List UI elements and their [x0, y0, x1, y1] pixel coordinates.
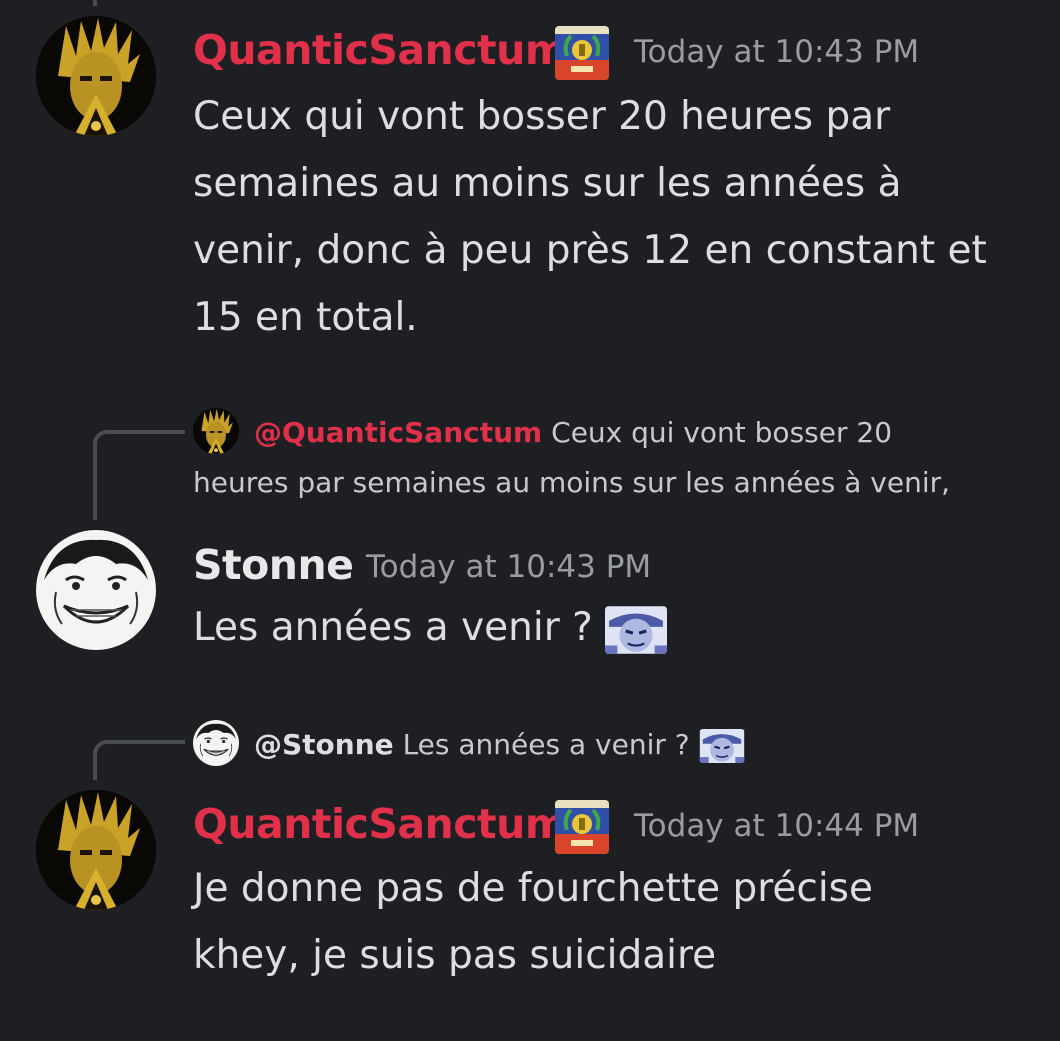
message-timestamp[interactable]: Today at 10:44 PM — [634, 811, 919, 842]
face-emoji-icon — [605, 606, 667, 654]
reply-avatar[interactable] — [193, 408, 239, 454]
manga-face-avatar-icon — [193, 720, 239, 766]
crest-badge-icon[interactable] — [555, 800, 609, 854]
message-timestamp[interactable]: Today at 10:43 PM — [634, 37, 919, 68]
reply-text: Ceux qui vont bosser 20 — [551, 416, 893, 449]
manga-face-avatar-icon — [36, 530, 156, 650]
username[interactable]: QuanticSanctum — [193, 30, 568, 71]
anime-character-avatar-icon — [36, 790, 156, 910]
username[interactable]: QuanticSanctum — [193, 804, 568, 845]
thread-connector-stub — [93, 0, 97, 6]
user-avatar[interactable] — [36, 16, 156, 136]
username[interactable]: Stonne — [193, 545, 354, 586]
message-content: Je donne pas de fourchette précise khey,… — [193, 855, 873, 989]
message-line: venir, donc à peu près 12 en constant et — [193, 228, 987, 273]
reply-mention[interactable]: @Stonne — [254, 728, 394, 761]
message-text: Les années a venir ? — [193, 605, 593, 650]
reply-mention[interactable]: @QuanticSanctum — [254, 416, 542, 449]
anime-character-avatar-icon — [36, 16, 156, 136]
reply-connector — [93, 430, 185, 520]
user-avatar[interactable] — [36, 790, 156, 910]
message-line: semaines au moins sur les années à — [193, 161, 902, 206]
message-content: Ceux qui vont bosser 20 heures par semai… — [193, 83, 987, 351]
reply-connector — [93, 740, 185, 780]
reply-avatar[interactable] — [193, 720, 239, 766]
reply-text: Les années a venir ? — [402, 728, 690, 761]
crest-badge-icon[interactable] — [555, 26, 609, 80]
message-line: 15 en total. — [193, 295, 418, 340]
reply-preview-line[interactable]: @Stonne Les années a venir ? — [254, 720, 745, 769]
message-line: Je donne pas de fourchette précise — [193, 866, 873, 911]
anime-character-avatar-icon — [193, 408, 239, 454]
reply-preview-line[interactable]: @QuanticSanctum Ceux qui vont bosser 20 — [254, 408, 892, 457]
message-content: Les années a venir ? — [193, 594, 667, 661]
user-avatar[interactable] — [36, 530, 156, 650]
reply-preview-continuation[interactable]: heures par semaines au moins sur les ann… — [193, 458, 950, 507]
face-emoji-icon — [699, 729, 745, 763]
message-line: khey, je suis pas suicidaire — [193, 933, 717, 978]
message-line: Ceux qui vont bosser 20 heures par — [193, 94, 891, 139]
message-timestamp[interactable]: Today at 10:43 PM — [366, 552, 651, 583]
